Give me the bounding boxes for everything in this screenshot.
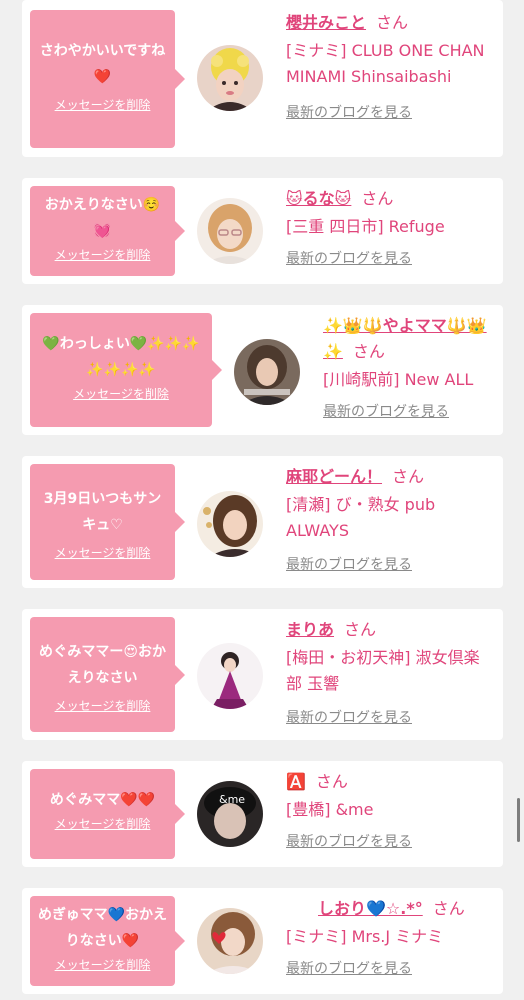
shop-info: [三重 四日市] Refuge	[286, 217, 445, 236]
honorific: さん	[344, 620, 377, 639]
latest-blog-link[interactable]: 最新のブログを見る	[286, 248, 412, 268]
message-text: おかえりなさい☺️💓	[44, 197, 161, 239]
avatar[interactable]	[197, 198, 263, 264]
message-card: さわやかいいですね❤️ メッセージを削除 櫻井みこと さん [ミナミ] CLUB …	[22, 0, 503, 157]
delete-message-link[interactable]: メッセージを削除	[55, 544, 151, 561]
message-text: さわやかいいですね❤️	[39, 43, 166, 85]
profile-info: しおり💙☆.*° さん [ミナミ] Mrs.J ミナミ 最新のブログを見る	[286, 896, 493, 978]
profile-name-link[interactable]: ✨👑🔱やよママ🔱👑✨	[323, 316, 487, 361]
delete-message-link[interactable]: メッセージを削除	[55, 96, 151, 113]
name-line: ✨👑🔱やよママ🔱👑✨ さん	[323, 313, 493, 365]
shop-info: [ミナミ] Mrs.J ミナミ	[286, 927, 444, 946]
message-text: 3月9日いつもサンキュ♡	[43, 491, 162, 533]
avatar[interactable]	[234, 339, 300, 405]
latest-blog-link[interactable]: 最新のブログを見る	[286, 554, 412, 574]
honorific: さん	[352, 342, 385, 361]
avatar[interactable]	[197, 45, 263, 111]
woman-photo-icon	[197, 491, 263, 557]
profile-name-link[interactable]: 🅰️	[286, 772, 306, 791]
profile-name-link[interactable]: 麻耶どーん！	[286, 467, 382, 486]
message-card: 3月9日いつもサンキュ♡ メッセージを削除 麻耶どーん！ さん [清瀬] び・熟女…	[22, 456, 503, 588]
shop-info: [川崎駅前] New ALL	[323, 370, 474, 389]
profile-info: 🅰️ さん [豊橋] &me 最新のブログを見る	[286, 769, 493, 851]
profile-info: 麻耶どーん！ さん [清瀬] び・熟女 pub ALWAYS 最新のブログを見る	[286, 464, 493, 574]
profile-name-link[interactable]: しおり💙☆.*°	[286, 899, 423, 918]
profile-info: 櫻井みこと さん [ミナミ] CLUB ONE CHAN MINAMI Shins…	[286, 10, 493, 122]
message-bubble: 3月9日いつもサンキュ♡ メッセージを削除	[30, 464, 185, 580]
honorific: さん	[315, 772, 348, 791]
delete-message-link[interactable]: メッセージを削除	[55, 956, 151, 973]
woman-photo-icon	[197, 908, 263, 974]
profile-name-link[interactable]: まりあ	[286, 620, 334, 639]
avatar[interactable]	[197, 643, 263, 709]
delete-message-link[interactable]: メッセージを削除	[55, 815, 151, 832]
profile-info: まりあ さん [梅田・お初天神] 淑女倶楽部 玉響 最新のブログを見る	[286, 617, 493, 727]
message-text: めぎゅママ💙おかえりなさい❤️	[38, 907, 168, 949]
scrollbar[interactable]	[517, 798, 520, 842]
shop-info: [豊橋] &me	[286, 800, 374, 819]
latest-blog-link[interactable]: 最新のブログを見る	[286, 831, 412, 851]
delete-message-link[interactable]: メッセージを削除	[73, 385, 169, 402]
message-card: めぐみママ❤️❤️ メッセージを削除 &me 🅰️ さん [豊橋] &me 最新の…	[22, 761, 503, 867]
shop-info: [ミナミ] CLUB ONE CHAN MINAMI Shinsaibashi	[286, 41, 485, 86]
honorific: さん	[376, 13, 409, 32]
name-line: 🅰️ さん	[286, 769, 493, 795]
message-bubble: めぐみママ❤️❤️ メッセージを削除	[30, 769, 185, 859]
message-bubble: 💚わっしょい💚✨✨✨✨✨✨✨ メッセージを削除	[30, 313, 222, 427]
profile-name-link[interactable]: 🐱るな🐱	[286, 189, 351, 208]
message-bubble: めぐみママー😍おかえりなさい メッセージを削除	[30, 617, 185, 732]
name-line: しおり💙☆.*° さん	[286, 896, 493, 922]
message-text: 💚わっしょい💚✨✨✨✨✨✨✨	[42, 336, 200, 378]
name-line: 櫻井みこと さん	[286, 10, 493, 36]
message-card: おかえりなさい☺️💓 メッセージを削除 🐱るな🐱 さん [三重 四日市] Refu…	[22, 178, 503, 284]
shop-info: [梅田・お初天神] 淑女倶楽部 玉響	[286, 648, 480, 693]
avatar[interactable]	[197, 491, 263, 557]
latest-blog-link[interactable]: 最新のブログを見る	[286, 102, 412, 122]
message-bubble: めぎゅママ💙おかえりなさい❤️ メッセージを削除	[30, 896, 185, 986]
shop-info: [清瀬] び・熟女 pub ALWAYS	[286, 495, 436, 540]
woman-photo-icon	[234, 339, 300, 405]
honorific: さん	[432, 899, 465, 918]
woman-photo-icon	[197, 643, 263, 709]
avatar[interactable]: &me	[197, 781, 263, 847]
woman-photo-icon	[197, 198, 263, 264]
message-bubble: さわやかいいですね❤️ メッセージを削除	[30, 10, 185, 148]
name-line: まりあ さん	[286, 617, 493, 643]
honorific: さん	[392, 467, 425, 486]
latest-blog-link[interactable]: 最新のブログを見る	[286, 707, 412, 727]
message-text: めぐみママ❤️❤️	[49, 792, 156, 808]
latest-blog-link[interactable]: 最新のブログを見る	[323, 401, 449, 421]
message-card: 💚わっしょい💚✨✨✨✨✨✨✨ メッセージを削除 ✨👑🔱やよママ🔱👑✨ さん [川崎…	[22, 305, 503, 435]
profile-info: ✨👑🔱やよママ🔱👑✨ さん [川崎駅前] New ALL 最新のブログを見る	[323, 313, 493, 421]
message-bubble: おかえりなさい☺️💓 メッセージを削除	[30, 186, 185, 276]
latest-blog-link[interactable]: 最新のブログを見る	[286, 958, 412, 978]
name-line: 麻耶どーん！ さん	[286, 464, 493, 490]
delete-message-link[interactable]: メッセージを削除	[55, 246, 151, 263]
profile-name-link[interactable]: 櫻井みこと	[286, 13, 366, 32]
name-line: 🐱るな🐱 さん	[286, 186, 493, 212]
profile-info: 🐱るな🐱 さん [三重 四日市] Refuge 最新のブログを見る	[286, 186, 493, 268]
honorific: さん	[361, 189, 394, 208]
woman-photo-icon	[197, 45, 263, 111]
message-card: めぎゅママ💙おかえりなさい❤️ メッセージを削除 しおり💙☆.*° さん [ミナミ…	[22, 888, 503, 994]
svg-text:&me: &me	[219, 793, 245, 806]
message-list: さわやかいいですね❤️ メッセージを削除 櫻井みこと さん [ミナミ] CLUB …	[0, 0, 524, 1000]
message-card: めぐみママー😍おかえりなさい メッセージを削除 まりあ さん [梅田・お初天神] …	[22, 609, 503, 740]
message-text: めぐみママー😍おかえりなさい	[38, 644, 166, 686]
delete-message-link[interactable]: メッセージを削除	[55, 697, 151, 714]
woman-photo-icon: &me	[197, 781, 263, 847]
avatar[interactable]	[197, 908, 263, 974]
